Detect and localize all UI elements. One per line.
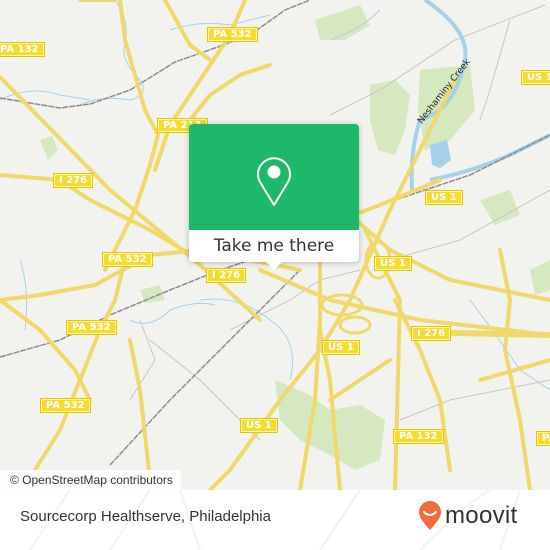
road-i276 — [0, 173, 202, 262]
map-view[interactable]: Neshaminy Creek PA 132 PA 532 PA 213 I 2… — [0, 0, 550, 490]
road-shield: I 276 — [206, 268, 247, 283]
road-shield: US 1 — [240, 418, 278, 433]
stream — [79, 0, 144, 106]
brand-name: moovit — [445, 502, 518, 529]
park-area — [530, 260, 550, 295]
moovit-logo[interactable]: moovit — [418, 501, 518, 531]
road-shield: US 1 — [322, 340, 360, 355]
minor-road — [479, 19, 511, 121]
map-attribution[interactable]: © OpenStreetMap contributors — [0, 470, 181, 490]
popup-header — [189, 124, 359, 230]
popup-pointer — [265, 261, 283, 270]
road-shield: I 276 — [411, 326, 452, 341]
park-area — [40, 136, 58, 160]
road — [188, 63, 272, 122]
road-shield: PA 532 — [66, 320, 117, 335]
road — [163, 0, 212, 62]
road-shield: PA 132 — [0, 42, 45, 57]
location-popup: Take me there — [189, 124, 359, 270]
road-shield: US 1 — [425, 190, 463, 205]
road-shield: US 1 — [521, 70, 550, 85]
map-pin-icon — [257, 157, 291, 206]
park-area — [480, 190, 520, 225]
road-shield: PA 532 — [40, 398, 91, 413]
pond — [430, 140, 451, 168]
road-shield: PA 532 — [207, 27, 258, 42]
road — [328, 358, 392, 402]
road-shield: PA 532 — [102, 252, 153, 267]
interchange — [338, 315, 372, 335]
minor-road — [399, 379, 550, 421]
footer-bar: Sourcecorp Healthserve, Philadelphia moo… — [0, 490, 550, 550]
moovit-pin-icon — [419, 501, 441, 530]
take-me-there-button[interactable]: Take me there — [189, 230, 359, 262]
road-shield: US 1 — [374, 256, 412, 271]
minor-road — [389, 189, 550, 261]
road-shield: PA — [536, 431, 550, 446]
stream — [199, 298, 293, 381]
road-shield: I 276 — [53, 173, 94, 188]
place-name: Sourcecorp Healthserve, Philadelphia — [20, 508, 271, 525]
stream — [129, 302, 216, 324]
road-shield: PA 132 — [393, 429, 444, 444]
road — [128, 338, 152, 482]
park-area — [370, 80, 410, 155]
